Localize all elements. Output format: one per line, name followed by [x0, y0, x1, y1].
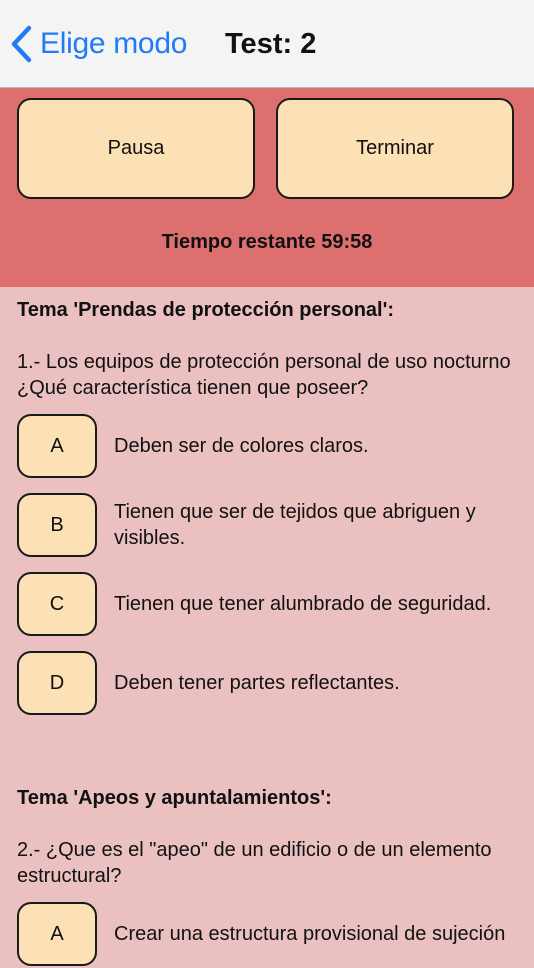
question-topic: Tema 'Prendas de protección personal':	[17, 299, 395, 321]
answer-button-d[interactable]: D	[17, 651, 97, 715]
answer-button-a[interactable]: A	[17, 414, 97, 478]
answer-option-c[interactable]: C Tienen que tener alumbrado de segurida…	[0, 572, 534, 638]
answer-button-b[interactable]: B	[17, 493, 97, 557]
test-controls-panel: Pausa Terminar Tiempo restante 59:58	[0, 88, 534, 287]
answer-text: Crear una estructura provisional de suje…	[114, 923, 506, 945]
chevron-left-icon	[10, 25, 32, 63]
answer-text: Tienen que tener alumbrado de seguridad.	[114, 593, 492, 615]
back-label: Elige modo	[40, 27, 188, 60]
finish-button[interactable]: Terminar	[276, 98, 514, 199]
answer-option-a[interactable]: A Deben ser de colores claros.	[0, 414, 534, 480]
question-topic: Tema 'Apeos y apuntalamientos':	[17, 787, 332, 809]
answer-button-a[interactable]: A	[17, 902, 97, 966]
pause-button[interactable]: Pausa	[17, 98, 255, 199]
question-text: 2.- ¿Que es el "apeo" de un edificio o d…	[17, 839, 492, 887]
answer-button-c[interactable]: C	[17, 572, 97, 636]
page-title: Test: 2	[225, 28, 317, 60]
question-text: 1.- Los equipos de protección personal d…	[17, 351, 511, 399]
answer-option-d[interactable]: D Deben tener partes reflectantes.	[0, 651, 534, 717]
answer-text: Deben ser de colores claros.	[114, 435, 369, 457]
navigation-bar: Elige modo Test: 2	[0, 0, 534, 88]
answer-option-b[interactable]: B Tienen que ser de tejidos que abriguen…	[0, 493, 534, 559]
answer-text: Tienen que ser de tejidos que abriguen y…	[114, 501, 476, 549]
time-remaining: Tiempo restante 59:58	[161, 231, 373, 253]
back-button[interactable]: Elige modo	[10, 22, 187, 66]
answer-option-a[interactable]: A Crear una estructura provisional de su…	[0, 902, 534, 968]
answer-text: Deben tener partes reflectantes.	[114, 672, 400, 694]
